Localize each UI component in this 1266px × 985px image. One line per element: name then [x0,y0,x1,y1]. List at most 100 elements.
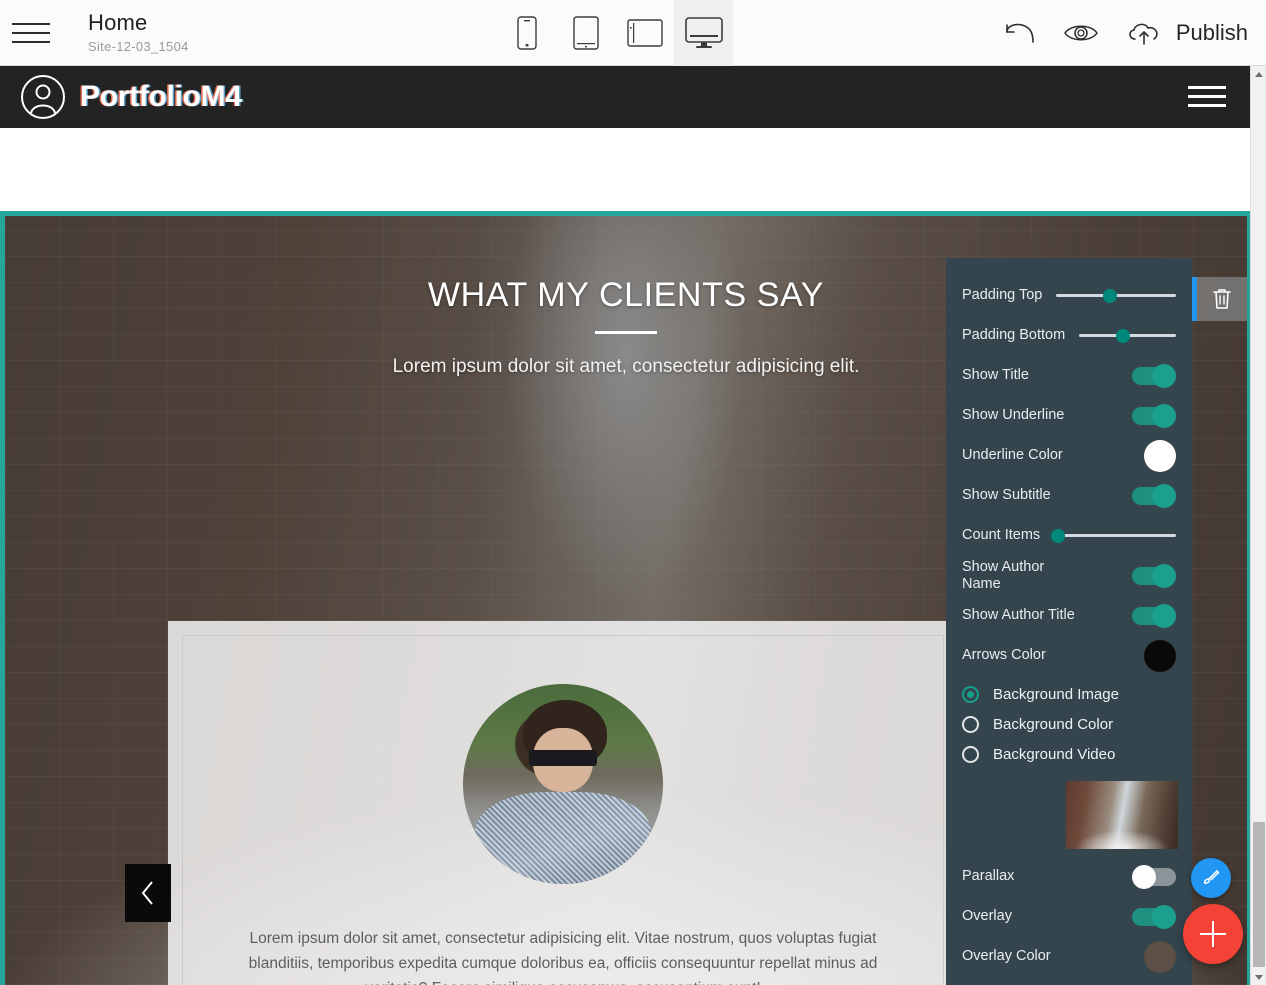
setting-label: Count Items [962,527,1041,544]
caret-up-icon [1255,71,1263,77]
setting-overlay[interactable]: Overlay [946,899,1192,934]
hamburger-bar [1188,86,1226,89]
background-image-thumbnail[interactable] [1066,781,1178,849]
publish-label: Publish [1175,20,1248,45]
user-circle-icon [21,75,65,119]
show-author-name-toggle[interactable] [1132,563,1176,588]
setting-show-title[interactable]: Show Title [946,358,1192,393]
toggle-knob [1132,864,1156,889]
setting-show-author-name[interactable]: Show Author Name [946,558,1192,593]
setting-label: Show Title [962,367,1029,384]
parallax-toggle[interactable] [1132,864,1176,889]
publish-button[interactable]: Publish [1125,19,1248,47]
radio-background-color[interactable] [962,715,979,733]
style-brush-button[interactable] [1191,858,1231,898]
block-settings-panel: Padding Top Padding Bottom Show Title Sh… [946,258,1192,985]
app-toolbar: Home Site-12-03_1504 Publish [0,0,1266,66]
phone-icon [516,16,537,50]
device-selector [497,0,733,66]
device-mobile-button[interactable] [497,0,556,66]
setting-label: Overlay [962,908,1012,925]
setting-overlay-color[interactable]: Overlay Color [946,939,1192,974]
slider-knob[interactable] [1103,288,1118,303]
delete-block-button[interactable] [1197,277,1247,321]
page-scrollbar[interactable] [1250,66,1266,985]
option-background-video[interactable]: Background Video [946,739,1192,769]
arrows-color-swatch[interactable] [1144,639,1176,672]
radio-label: Background Color [993,715,1114,733]
setting-show-underline[interactable]: Show Underline [946,398,1192,433]
setting-padding-bottom[interactable]: Padding Bottom [946,318,1192,353]
toggle-knob [1152,403,1176,428]
hamburger-bar [1188,104,1226,107]
caret-down-icon [1255,974,1263,980]
slider-knob[interactable] [1115,328,1130,343]
empty-block[interactable] [0,128,1252,211]
undo-button[interactable] [1003,20,1037,46]
show-subtitle-toggle[interactable] [1132,483,1176,508]
scroll-up-button[interactable] [1251,66,1266,82]
undo-icon [1006,23,1034,43]
padding-bottom-slider[interactable] [1079,328,1176,343]
slider-knob[interactable] [1050,528,1065,543]
device-tablet-landscape-button[interactable] [615,0,674,66]
option-background-image[interactable]: Background Image [946,679,1192,709]
setting-underline-color[interactable]: Underline Color [946,438,1192,473]
setting-label: Show Subtitle [962,487,1051,504]
setting-label: Padding Top [962,287,1043,304]
toggle-knob [1152,904,1176,929]
tablet-landscape-icon [626,19,663,47]
testimonial-card-inner: Lorem ipsum dolor sit amet, consectetur … [182,635,944,985]
scrollbar-thumb[interactable] [1253,822,1265,967]
hamburger-bar [1188,95,1226,98]
add-block-button[interactable] [1183,904,1243,964]
device-tablet-portrait-button[interactable] [556,0,615,66]
show-underline-toggle[interactable] [1132,403,1176,428]
underline-color-swatch[interactable] [1144,439,1176,472]
preview-button[interactable] [1063,21,1099,45]
setting-label: Padding Bottom [962,327,1066,344]
setting-label: Underline Color [962,447,1063,464]
page-title: Home [88,10,148,36]
setting-label: Parallax [962,868,1015,885]
hamburger-bar [12,40,50,43]
trash-icon [1213,289,1231,309]
option-background-color[interactable]: Background Color [946,709,1192,739]
testimonial-quote: Lorem ipsum dolor sit amet, consectetur … [248,930,878,985]
setting-parallax[interactable]: Parallax [946,859,1192,894]
setting-show-subtitle[interactable]: Show Subtitle [946,478,1192,513]
count-items-slider[interactable] [1050,528,1176,543]
overlay-color-swatch[interactable] [1144,940,1176,973]
toolbar-actions: Publish [1003,0,1248,66]
show-author-title-toggle[interactable] [1132,603,1176,628]
tablet-portrait-icon [572,16,599,50]
radio-label: Background Video [993,745,1116,763]
show-title-toggle[interactable] [1132,363,1176,388]
cloud-upload-icon [1129,23,1158,45]
avatar-shirt [475,792,651,884]
device-desktop-button[interactable] [674,0,733,66]
toggle-knob [1152,483,1176,508]
radio-background-image[interactable] [962,685,979,703]
setting-arrows-color[interactable]: Arrows Color [946,638,1192,673]
carousel-prev-button[interactable] [125,864,171,922]
page-meta: Home Site-12-03_1504 [62,10,189,54]
toggle-knob [1152,363,1176,388]
scroll-down-button[interactable] [1251,969,1266,985]
setting-padding-top[interactable]: Padding Top [946,278,1192,313]
site-brand[interactable]: PortfolioM4 [20,74,242,120]
setting-label: Show Author Title [962,607,1075,624]
setting-opacity[interactable]: Opacity [946,979,1192,985]
setting-show-author-title[interactable]: Show Author Title [946,598,1192,633]
site-menu-icon[interactable] [1188,86,1226,107]
title-underline [595,331,657,334]
overlay-toggle[interactable] [1132,904,1176,929]
radio-background-video[interactable] [962,745,979,763]
main-menu-icon[interactable] [0,0,62,66]
setting-label: Show Underline [962,407,1065,424]
padding-top-slider[interactable] [1056,288,1176,303]
setting-count-items[interactable]: Count Items [946,518,1192,553]
hamburger-bar [12,22,50,25]
eye-icon [1063,25,1098,41]
setting-label: Overlay Color [962,948,1051,965]
